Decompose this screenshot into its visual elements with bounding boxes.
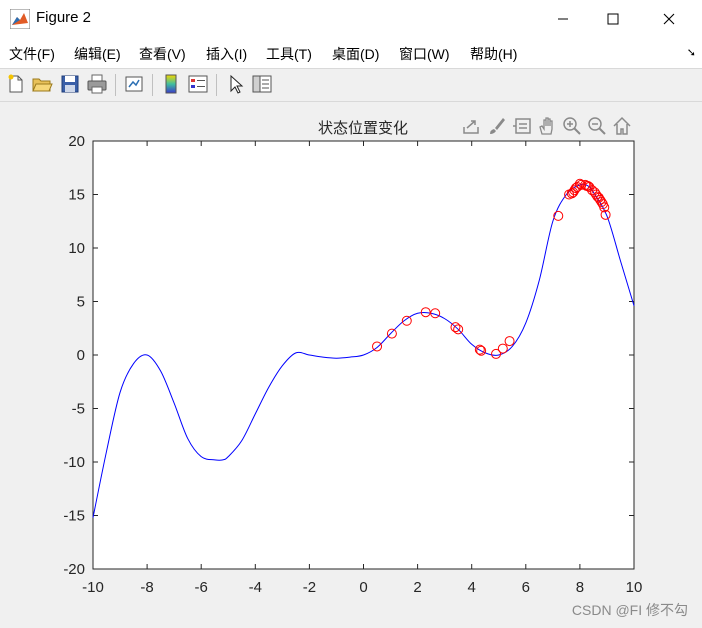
menu-file[interactable]: 文件(F) (9, 44, 55, 64)
pointer-icon[interactable] (225, 73, 247, 95)
particle-marker (580, 179, 591, 190)
export-icon[interactable] (460, 115, 482, 137)
y-tick-label: 15 (68, 187, 85, 204)
particle-marker (569, 185, 580, 196)
particle-marker (386, 328, 397, 339)
property-inspector-icon[interactable] (251, 73, 273, 95)
zoom-out-icon[interactable] (586, 115, 608, 137)
pan-icon[interactable] (536, 115, 558, 137)
particle-marker (504, 336, 515, 347)
particle-marker (584, 182, 595, 193)
menu-insert[interactable]: 插入(I) (206, 44, 247, 64)
particle-marker (587, 185, 598, 196)
particle-marker (476, 345, 487, 356)
menu-help[interactable]: 帮助(H) (470, 44, 517, 64)
axes-box (92, 140, 635, 570)
y-tick-label: -20 (63, 561, 85, 578)
particle-marker (450, 322, 461, 333)
zoom-in-icon[interactable] (561, 115, 583, 137)
particle-marker (566, 188, 577, 199)
toolbar-separator (216, 74, 217, 96)
particle-marker (372, 341, 383, 352)
menu-view[interactable]: 查看(V) (139, 44, 186, 64)
menu-desktop[interactable]: 桌面(D) (332, 44, 379, 64)
particle-marker (553, 210, 564, 221)
particle-marker (596, 196, 607, 207)
legend-icon[interactable] (187, 73, 209, 95)
series-line (92, 183, 635, 518)
close-icon (663, 13, 675, 25)
y-tick-label: 0 (77, 347, 85, 364)
new-figure-icon[interactable] (5, 73, 27, 95)
minimize-icon (558, 18, 568, 20)
save-icon[interactable] (59, 73, 81, 95)
y-tick-label: -5 (72, 401, 85, 418)
particle-marker (581, 180, 592, 191)
y-tick-label: -10 (63, 454, 85, 471)
particle-marker (591, 189, 602, 200)
particle-marker (593, 192, 604, 203)
particle-marker (574, 178, 585, 189)
chart-title: 状态位置变化 (318, 120, 408, 137)
menu-bar: 文件(F) 编辑(E) 查看(V) 插入(I) 工具(T) 桌面(D) 窗口(W… (0, 38, 702, 68)
x-tick-label: 6 (522, 579, 530, 596)
watermark: CSDN @FI 修不勾 (571, 602, 688, 618)
particle-marker (570, 183, 581, 194)
particle-marker (599, 202, 610, 213)
x-tick-label: 2 (413, 579, 421, 596)
x-tick-label: 0 (359, 579, 367, 596)
axes: -10 -8 -6 -4 -2 0 2 4 6 8 1020151050-5-10-15-20 (63, 133, 642, 596)
particle-marker (595, 194, 606, 205)
maximize-icon (607, 13, 619, 25)
open-file-icon[interactable] (31, 73, 53, 95)
menu-edit[interactable]: 编辑(E) (74, 44, 121, 64)
particle-marker (430, 308, 441, 319)
y-tick-label: 20 (68, 133, 85, 150)
close-button[interactable] (646, 0, 692, 38)
data-tips-icon[interactable] (511, 115, 533, 137)
particle-marker (572, 182, 583, 193)
x-tick-label: 8 (576, 579, 584, 596)
colorbar-icon[interactable] (160, 73, 182, 95)
x-tick-label: -2 (303, 579, 316, 596)
particle-marker (564, 189, 575, 200)
link-plot-icon[interactable] (123, 73, 145, 95)
x-tick-label: -4 (249, 579, 262, 596)
brush-icon[interactable] (486, 115, 508, 137)
particle-marker (568, 187, 579, 198)
particle-marker (420, 307, 431, 318)
particle-marker (497, 343, 508, 354)
x-tick-label: -10 (82, 579, 104, 596)
x-tick-label: 4 (468, 579, 476, 596)
toolbar-separator (152, 74, 153, 96)
figure-toolbar (0, 68, 702, 102)
maximize-button[interactable] (590, 0, 636, 38)
particle-marker (592, 191, 603, 202)
particle-marker (401, 315, 412, 326)
matlab-logo-icon (10, 9, 30, 29)
particle-marker (453, 324, 464, 335)
toolbar-separator (115, 74, 116, 96)
particle-marker (583, 180, 594, 191)
title-bar: Figure 2 (0, 0, 702, 38)
menu-window[interactable]: 窗口(W) (399, 44, 450, 64)
particle-marker (474, 344, 485, 355)
x-tick-label: -6 (195, 579, 208, 596)
dock-arrow-icon[interactable]: ➘ (687, 46, 696, 59)
x-tick-label: 10 (626, 579, 643, 596)
particle-marker (491, 348, 502, 359)
y-tick-label: -15 (63, 508, 85, 525)
particle-marker (589, 187, 600, 198)
window-title: Figure 2 (36, 9, 92, 26)
y-tick-label: 5 (77, 294, 85, 311)
print-icon[interactable] (86, 73, 108, 95)
particle-marker (597, 199, 608, 210)
menu-tools[interactable]: 工具(T) (266, 44, 312, 64)
home-icon[interactable] (611, 115, 633, 137)
minimize-button[interactable] (540, 0, 586, 38)
x-tick-label: -8 (140, 579, 153, 596)
particle-marker (576, 179, 587, 190)
y-tick-label: 10 (68, 240, 85, 257)
particle-marker (600, 209, 611, 220)
